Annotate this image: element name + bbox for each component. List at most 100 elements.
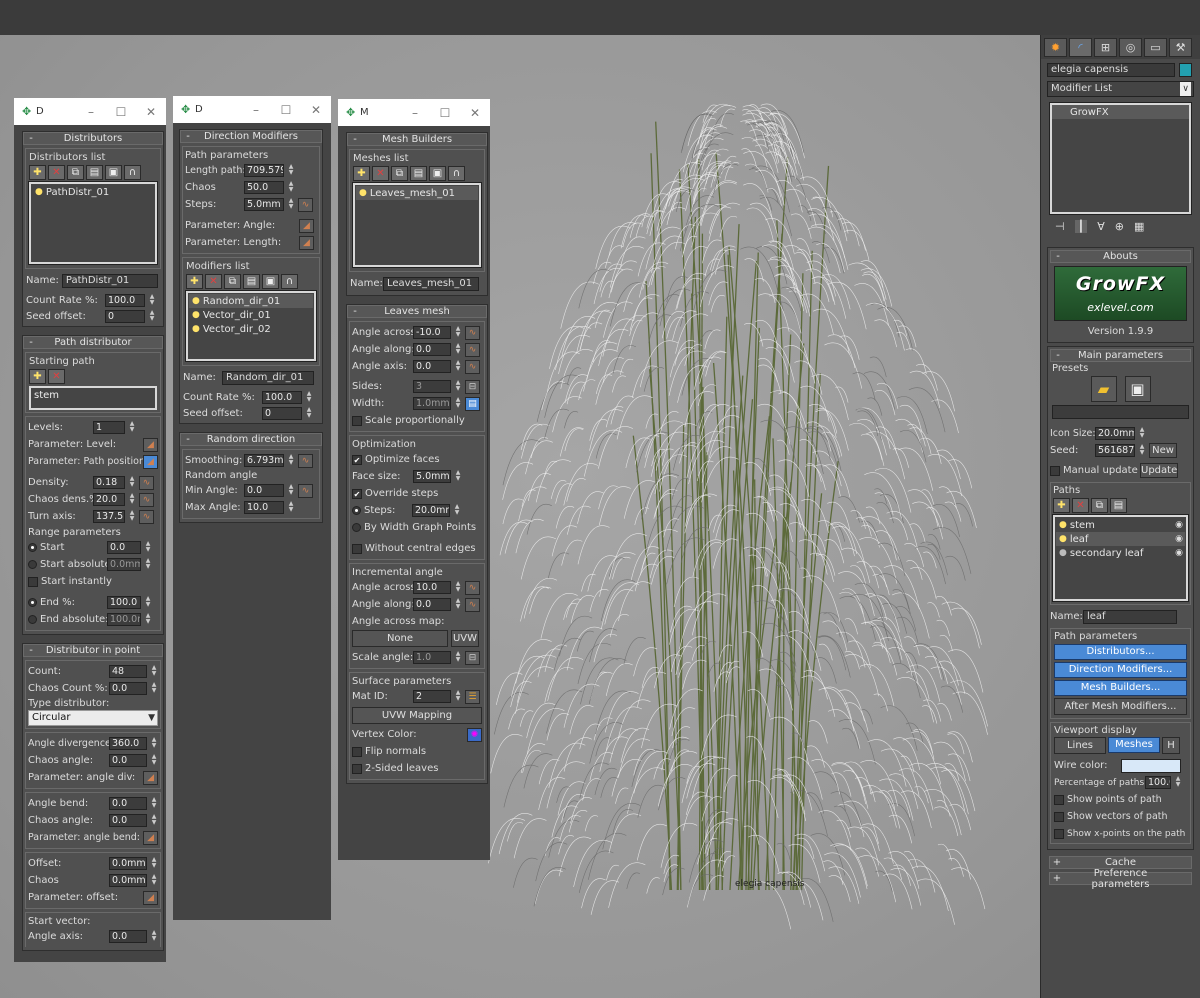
end-absolute-spinner[interactable]: 100.0m [107,613,141,626]
save-icon[interactable]: ▣ [262,274,279,289]
curve-icon[interactable]: ∿ [465,580,480,595]
after-mesh-modifiers-button[interactable]: After Mesh Modifiers... [1054,698,1187,715]
magnet-icon[interactable]: ∩ [281,274,298,289]
create-icon[interactable]: ✹ [1044,38,1067,57]
max-angle-spinner[interactable]: 10.0 [244,501,284,514]
manual-update-checkbox[interactable] [1050,465,1060,476]
delete-icon[interactable]: ✕ [372,166,389,181]
folder-open-icon[interactable]: ▰ [1090,376,1117,402]
delete-icon[interactable]: ✕ [205,274,222,289]
meshes-button[interactable]: Meshes [1108,737,1160,753]
maximize-button[interactable]: ☐ [271,103,301,117]
pin-stack-icon[interactable]: ⊣ [1055,220,1065,233]
maximize-button[interactable]: ☐ [106,105,136,119]
path-item[interactable]: ● leaf ◉ [1056,532,1185,546]
new-seed-button[interactable]: New [1149,443,1177,458]
curve-icon[interactable]: ∿ [139,492,154,507]
delete-icon[interactable]: ✕ [48,369,65,384]
direction-modifiers-button[interactable]: Direction Modifiers... [1054,662,1187,678]
map-none-button[interactable]: None [352,630,448,647]
preset-field[interactable] [1052,405,1189,419]
paste-icon[interactable]: ▤ [86,165,103,180]
add-icon[interactable]: ✚ [186,274,203,289]
optimize-faces-checkbox[interactable]: ✔ [352,454,362,465]
scale-proportionally-checkbox[interactable] [352,415,362,426]
offset-spinner[interactable]: 0.0mm [109,857,147,870]
count-rate-spinner[interactable]: 100.0 [262,391,302,404]
type-distributor-select[interactable]: Circular ▼ [28,710,158,726]
meshes-list[interactable]: ● Leaves_mesh_01 [352,182,482,268]
chaos-angle-spinner[interactable]: 0.0 [109,754,147,767]
curve-icon[interactable]: ∿ [465,359,480,374]
without-central-edges-checkbox[interactable] [352,543,362,554]
curve-icon[interactable]: ∿ [465,597,480,612]
preference-parameters-rollout[interactable]: + Preference parameters [1049,868,1192,890]
close-button[interactable]: ✕ [460,106,490,120]
rollout-header[interactable]: - Main parameters [1050,349,1191,362]
chaos-density-spinner[interactable]: 20.0 [93,493,125,506]
window-titlebar[interactable]: ✥ D – ☐ ✕ [14,98,166,125]
count-rate-spinner[interactable]: 100.0 [105,294,145,307]
delete-icon[interactable]: ✕ [1072,498,1089,513]
window-titlebar[interactable]: ✥ M – ☐ ✕ [338,99,490,126]
name-field[interactable]: PathDistr_01 [61,273,158,288]
copy-icon[interactable]: ⧉ [67,165,84,180]
angle-axis-spinner[interactable]: 0.0 [109,930,147,943]
icon-size-spinner[interactable]: 20.0mm [1095,427,1135,440]
remove-modifier-icon[interactable]: ⊕ [1115,220,1124,233]
modifier-stack[interactable]: GrowFX [1049,102,1192,215]
end-spinner[interactable]: 100.0 [107,596,141,609]
curve-icon[interactable]: ∿ [465,342,480,357]
list-item[interactable]: ● Leaves_mesh_01 [356,186,478,200]
length-path-spinner[interactable]: 709.579 [244,164,284,177]
copy-icon[interactable]: ⧉ [391,166,408,181]
add-icon[interactable]: ✚ [29,165,46,180]
name-field[interactable]: Random_dir_01 [222,370,314,385]
list-icon[interactable]: ☰ [465,689,480,704]
path-item[interactable]: ● secondary leaf ◉ [1056,546,1185,560]
curve-icon[interactable]: ∿ [298,197,313,212]
density-spinner[interactable]: 0.18 [93,476,125,489]
minimize-button[interactable]: – [76,105,106,119]
steps-spinner[interactable]: 20.0mm [412,504,450,517]
graph-icon[interactable]: ⊟ [465,379,480,394]
seed-offset-spinner[interactable]: 0 [105,309,145,323]
graph-icon[interactable]: ◢ [299,218,314,233]
scale-angle-spinner[interactable]: 1.0 [413,651,451,664]
eye-icon[interactable]: ◉ [1175,520,1185,530]
mat-id-spinner[interactable]: 2 [413,690,451,703]
utilities-icon[interactable]: ⚒ [1169,38,1192,57]
copy-icon[interactable]: ⧉ [1091,498,1108,513]
add-icon[interactable]: ✚ [353,166,370,181]
angle-divergence-spinner[interactable]: 360.0 [109,737,147,750]
modifier-list-select[interactable]: Modifier List ∨ [1047,81,1194,97]
magnet-icon[interactable]: ∩ [448,166,465,181]
close-button[interactable]: ✕ [301,103,331,117]
turn-axis-spinner[interactable]: 137.51 [93,510,125,523]
minimize-button[interactable]: – [400,106,430,120]
maximize-button[interactable]: ☐ [430,106,460,120]
rollout-header[interactable]: - Mesh Builders [347,133,487,146]
list-item[interactable]: ● PathDistr_01 [32,185,154,199]
stack-item[interactable]: GrowFX [1052,105,1189,119]
graph-icon[interactable]: ▤ [465,396,480,411]
add-icon[interactable]: ✚ [1053,498,1070,513]
h-button[interactable]: H [1162,737,1180,754]
chaos-angle-spinner[interactable]: 0.0 [109,814,147,827]
start-spinner[interactable]: 0.0 [107,541,141,554]
magnet-icon[interactable]: ∩ [124,165,141,180]
save-preset-icon[interactable]: ▣ [1124,376,1151,402]
show-end-result-icon[interactable]: ┃ [1074,220,1088,233]
curve-icon[interactable]: ∿ [139,475,154,490]
width-spinner[interactable]: 1.0mm [413,397,451,410]
curve-icon[interactable]: ∿ [139,509,154,524]
angle-along-spinner[interactable]: 0.0 [413,343,451,356]
configure-icon[interactable]: ▦ [1134,220,1144,233]
inc-angle-across-spinner[interactable]: 10.0 [413,581,451,594]
count-spinner[interactable]: 48 [109,665,147,678]
object-color-swatch[interactable] [1179,63,1192,77]
show-vectors-checkbox[interactable] [1054,811,1064,822]
angle-across-spinner[interactable]: -10.0 [413,326,451,339]
show-points-checkbox[interactable] [1054,794,1064,805]
display-icon[interactable]: ▭ [1144,38,1167,57]
